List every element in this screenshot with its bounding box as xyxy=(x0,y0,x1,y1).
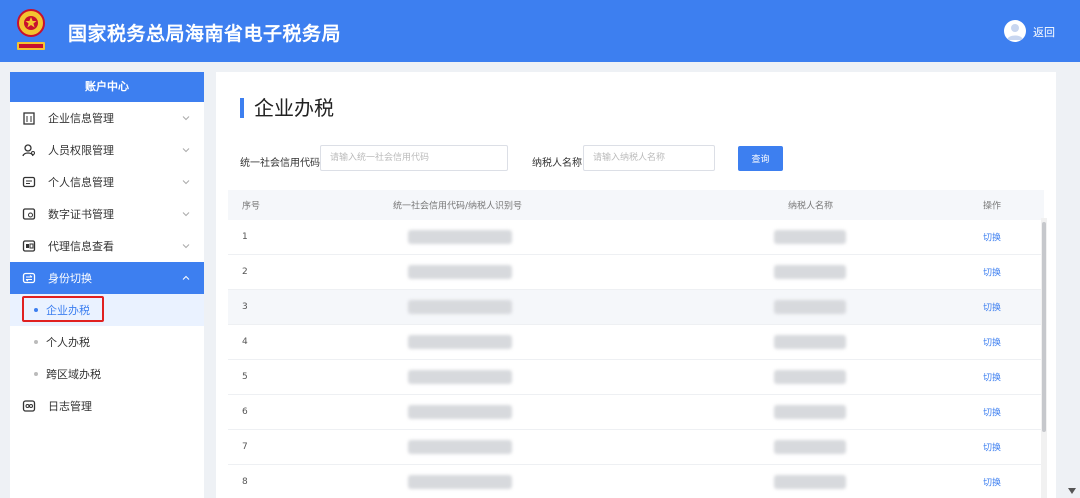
column-header-action: 操作 xyxy=(983,201,1002,212)
table-row[interactable]: 4 切换 xyxy=(228,325,1044,360)
chevron-down-icon xyxy=(182,148,190,153)
site-title: 国家税务总局海南省电子税务局 xyxy=(68,23,342,45)
row-number: 3 xyxy=(242,302,248,312)
sidebar-item-agent[interactable]: 代理信息查看 xyxy=(10,230,204,262)
column-header-name: 纳税人名称 xyxy=(788,201,834,212)
user-avatar-icon xyxy=(1007,24,1023,40)
row-number: 8 xyxy=(242,477,248,487)
redacted-code xyxy=(408,475,512,489)
switch-link[interactable]: 切换 xyxy=(983,231,1001,244)
code-search-input[interactable] xyxy=(320,145,508,171)
building-icon xyxy=(22,111,36,125)
redacted-code xyxy=(408,370,512,384)
column-header-no: 序号 xyxy=(242,201,261,212)
redacted-name xyxy=(774,265,846,279)
user-permission-icon xyxy=(22,143,36,157)
scroll-down-arrow-icon[interactable] xyxy=(1068,488,1076,494)
switch-link[interactable]: 切换 xyxy=(983,406,1001,419)
row-number: 1 xyxy=(242,232,248,242)
sidebar-item-label: 企业信息管理 xyxy=(48,112,114,125)
sidebar-item-permission[interactable]: 人员权限管理 xyxy=(10,134,204,166)
redacted-code xyxy=(408,300,512,314)
table-header: 序号 统一社会信用代码/纳税人识别号 纳税人名称 操作 xyxy=(228,190,1044,220)
redacted-name xyxy=(774,475,846,489)
back-link[interactable]: 返回 xyxy=(1033,24,1055,40)
row-number: 5 xyxy=(242,372,248,382)
chevron-up-icon xyxy=(182,275,190,280)
avatar[interactable] xyxy=(1004,20,1026,42)
redacted-name xyxy=(774,335,846,349)
redacted-name xyxy=(774,405,846,419)
tax-emblem-icon xyxy=(17,9,45,50)
sidebar-item-label: 代理信息查看 xyxy=(48,240,114,253)
page-title: 企业办税 xyxy=(240,98,334,118)
redacted-name xyxy=(774,440,846,454)
redacted-code xyxy=(408,265,512,279)
sidebar-subitem-personal-tax[interactable]: 个人办税 xyxy=(10,326,204,358)
id-card-icon xyxy=(22,175,36,189)
row-number: 7 xyxy=(242,442,248,452)
chevron-down-icon xyxy=(182,212,190,217)
table-row[interactable]: 2 切换 xyxy=(228,255,1044,290)
sidebar-item-log[interactable]: 日志管理 xyxy=(10,390,204,422)
sidebar-subitem-label: 跨区域办税 xyxy=(46,368,101,381)
sidebar: 账户中心 企业信息管理 人员权限管理 个人信息管理 数字证书管理 代理信息查看 xyxy=(10,72,204,498)
switch-identity-icon xyxy=(22,271,36,285)
redacted-name xyxy=(774,370,846,384)
chevron-down-icon xyxy=(182,116,190,121)
row-number: 2 xyxy=(242,267,248,277)
switch-link[interactable]: 切换 xyxy=(983,476,1001,489)
redacted-name xyxy=(774,300,846,314)
highlight-box xyxy=(22,296,104,322)
table-row[interactable]: 6 切换 xyxy=(228,395,1044,430)
sidebar-subitem-cross-region-tax[interactable]: 跨区域办税 xyxy=(10,358,204,390)
sidebar-item-label: 数字证书管理 xyxy=(48,208,114,221)
name-search-input[interactable] xyxy=(583,145,715,171)
sidebar-item-label: 身份切换 xyxy=(48,272,92,285)
switch-link[interactable]: 切换 xyxy=(983,301,1001,314)
redacted-code xyxy=(408,230,512,244)
bullet-dot xyxy=(34,340,38,344)
table-row[interactable]: 5 切换 xyxy=(228,360,1044,395)
agent-icon xyxy=(22,239,36,253)
switch-link[interactable]: 切换 xyxy=(983,336,1001,349)
chevron-down-icon xyxy=(182,180,190,185)
name-filter-label: 纳税人名称 xyxy=(532,158,582,169)
top-bar: 国家税务总局海南省电子税务局 返回 xyxy=(0,0,1080,62)
row-number: 4 xyxy=(242,337,248,347)
row-number: 6 xyxy=(242,407,248,417)
main-panel: 企业办税 统一社会信用代码 纳税人名称 查询 序号 统一社会信用代码/纳税人识别… xyxy=(216,72,1056,498)
sidebar-item-certificate[interactable]: 数字证书管理 xyxy=(10,198,204,230)
company-table: 序号 统一社会信用代码/纳税人识别号 纳税人名称 操作 1 切换 2 切换 3 … xyxy=(228,190,1044,498)
table-row[interactable]: 3 切换 xyxy=(228,290,1044,325)
switch-link[interactable]: 切换 xyxy=(983,441,1001,454)
sidebar-subitem-label: 个人办税 xyxy=(46,336,90,349)
sidebar-item-identity-switch[interactable]: 身份切换 xyxy=(10,262,204,294)
redacted-code xyxy=(408,335,512,349)
sidebar-item-company-info[interactable]: 企业信息管理 xyxy=(10,102,204,134)
sidebar-heading: 账户中心 xyxy=(10,72,204,102)
column-header-code: 统一社会信用代码/纳税人识别号 xyxy=(393,201,523,212)
redacted-name xyxy=(774,230,846,244)
sidebar-subitem-company-tax[interactable]: 企业办税 xyxy=(10,294,204,326)
certificate-icon xyxy=(22,207,36,221)
sidebar-item-label: 人员权限管理 xyxy=(48,144,114,157)
log-icon xyxy=(22,399,36,413)
chevron-down-icon xyxy=(182,244,190,249)
redacted-code xyxy=(408,440,512,454)
table-row[interactable]: 1 切换 xyxy=(228,220,1044,255)
table-scrollbar-thumb[interactable] xyxy=(1042,222,1046,432)
code-filter-label: 统一社会信用代码 xyxy=(240,158,320,169)
sidebar-item-label: 日志管理 xyxy=(48,400,92,413)
bullet-dot xyxy=(34,372,38,376)
switch-link[interactable]: 切换 xyxy=(983,266,1001,279)
switch-link[interactable]: 切换 xyxy=(983,371,1001,384)
table-row[interactable]: 8 切换 xyxy=(228,465,1044,498)
query-button[interactable]: 查询 xyxy=(738,146,783,171)
sidebar-item-label: 个人信息管理 xyxy=(48,176,114,189)
redacted-code xyxy=(408,405,512,419)
table-row[interactable]: 7 切换 xyxy=(228,430,1044,465)
sidebar-item-personal-info[interactable]: 个人信息管理 xyxy=(10,166,204,198)
